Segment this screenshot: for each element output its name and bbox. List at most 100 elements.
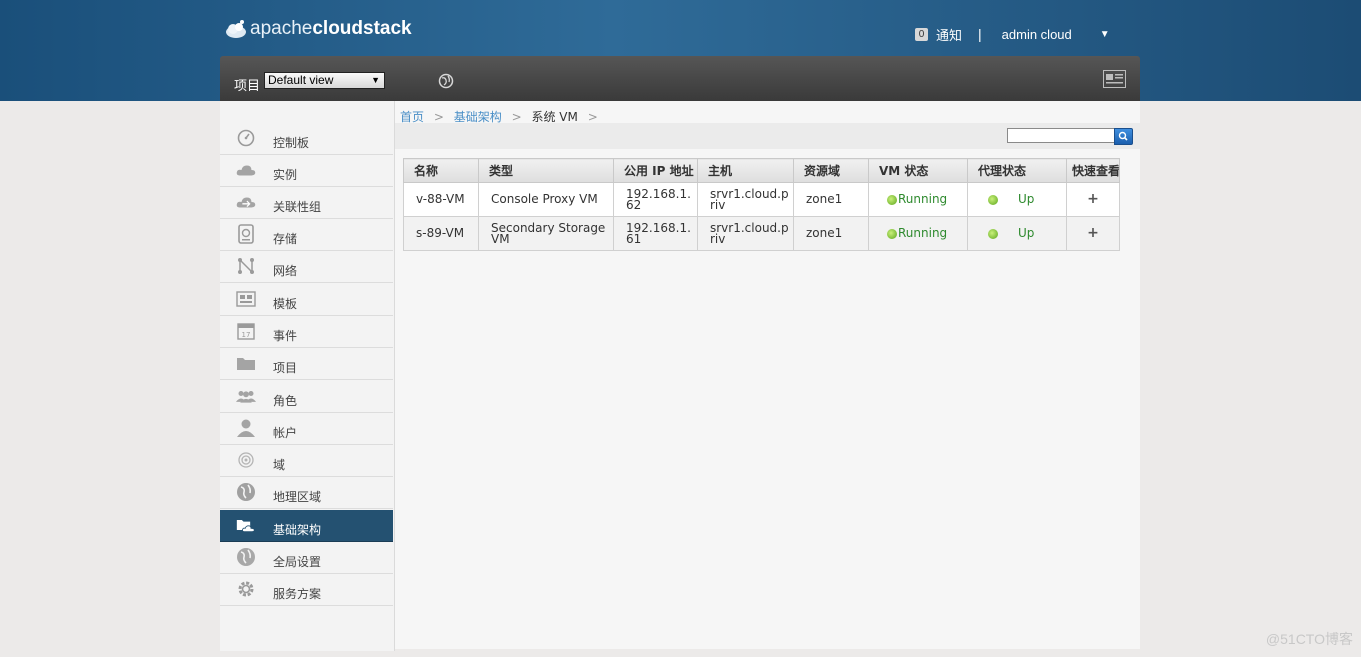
project-label: 项目	[234, 78, 261, 93]
sidebar-item-label: 全局设置	[273, 555, 322, 569]
sidebar-item-service-offerings[interactable]: 服务方案	[220, 574, 393, 606]
column-header-agent-state[interactable]: 代理状态	[967, 158, 1067, 183]
up-status-icon	[988, 228, 998, 239]
column-header-type[interactable]: 类型	[478, 158, 614, 183]
quickview-plus-icon[interactable]: +	[1067, 226, 1119, 240]
logo-text-bold: cloudstack	[312, 18, 412, 39]
sidebar-nav: 控制板 实例 关联性组 存储 网络 模板 17 事件 项目 角色 帐户 域 地理…	[220, 101, 395, 651]
running-status-icon	[887, 228, 897, 239]
header-separator: |	[978, 26, 982, 42]
sidebar-item-dashboard[interactable]: 控制板	[220, 123, 393, 155]
system-vm-table: 名称 类型 公用 IP 地址 主机 资源域 VM 状态 代理状态 快速查看 v-…	[403, 158, 1120, 251]
user-icon	[236, 419, 256, 437]
sidebar-item-network[interactable]: 网络	[220, 251, 393, 283]
sidebar-item-label: 地理区域	[273, 490, 322, 504]
project-toolbar: 项目 Default view ▼	[220, 56, 1140, 101]
table-row[interactable]: s-89-VM Secondary Storage VM 192.168.1.6…	[403, 216, 1120, 251]
breadcrumb-home[interactable]: 首页	[400, 110, 424, 124]
search-button[interactable]	[1114, 128, 1133, 145]
infrastructure-icon	[236, 516, 256, 534]
cell-name: s-89-VM	[403, 216, 479, 251]
user-menu-arrow-icon[interactable]: ▼	[1100, 29, 1110, 40]
header-user-area: 0 通知 | admin cloud ▼	[915, 24, 1110, 44]
sidebar-item-label: 网络	[273, 264, 298, 278]
column-header-name[interactable]: 名称	[403, 158, 479, 183]
gear-icon	[236, 580, 256, 598]
domain-icon	[236, 451, 256, 469]
search-icon	[1118, 131, 1128, 141]
sidebar-item-global-settings[interactable]: 全局设置	[220, 542, 393, 574]
cell-public-ip: 192.168.1.62	[613, 182, 698, 217]
column-header-public-ip[interactable]: 公用 IP 地址	[613, 158, 698, 183]
cell-type: Secondary Storage VM	[478, 216, 614, 251]
project-select[interactable]: Default view ▼	[264, 72, 385, 89]
column-header-zone[interactable]: 资源域	[793, 158, 869, 183]
breadcrumb-current: 系统 VM	[531, 110, 578, 124]
apache-cloudstack-logo[interactable]: apache cloudstack	[224, 16, 412, 42]
vm-state-text: Running	[898, 192, 948, 206]
svg-text:17: 17	[242, 331, 251, 339]
cell-vm-state: Running	[868, 216, 968, 251]
table-row[interactable]: v-88-VM Console Proxy VM 192.168.1.62 sr…	[403, 182, 1120, 217]
column-header-vm-state[interactable]: VM 状态	[868, 158, 968, 183]
cell-zone: zone1	[793, 182, 869, 217]
quickview-plus-icon[interactable]: +	[1067, 192, 1119, 206]
project-select-value: Default view	[268, 73, 334, 87]
cell-quickview[interactable]: +	[1066, 216, 1120, 251]
vm-state-indicator: Running	[887, 192, 963, 206]
roles-icon	[236, 387, 256, 405]
column-header-quickview: 快速查看	[1066, 158, 1120, 183]
license-card-icon[interactable]	[1103, 70, 1126, 88]
folder-icon	[236, 354, 256, 372]
dashboard-icon	[236, 129, 256, 147]
sidebar-item-storage[interactable]: 存储	[220, 219, 393, 251]
notification-count-badge[interactable]: 0	[915, 27, 928, 41]
breadcrumb-separator: >	[433, 110, 444, 124]
cell-host: srvr1.cloud.priv	[697, 182, 794, 217]
logo-text-light: apache	[250, 18, 313, 39]
globe-icon[interactable]	[438, 73, 454, 89]
sidebar-item-label: 关联性组	[273, 200, 322, 214]
search-bar	[395, 123, 1140, 149]
sidebar-item-events[interactable]: 17 事件	[220, 316, 393, 348]
sidebar-item-label: 服务方案	[273, 587, 322, 601]
running-status-icon	[887, 194, 897, 205]
cloudstack-logo-icon	[226, 20, 246, 38]
notifications-link[interactable]: 通知	[936, 25, 962, 44]
cloud-icon	[236, 161, 256, 179]
cell-vm-state: Running	[868, 182, 968, 217]
user-name[interactable]: admin cloud	[1002, 27, 1072, 42]
cell-name: v-88-VM	[403, 182, 479, 217]
cell-public-ip: 192.168.1.61	[613, 216, 698, 251]
agent-state-indicator: Up	[980, 227, 1062, 239]
sidebar-item-roles[interactable]: 角色	[220, 381, 393, 413]
cell-type: Console Proxy VM	[478, 182, 614, 217]
breadcrumb-separator: >	[511, 110, 522, 124]
column-header-host[interactable]: 主机	[697, 158, 794, 183]
affinity-icon	[236, 193, 256, 211]
sidebar-item-label: 角色	[273, 394, 298, 408]
sidebar-item-templates[interactable]: 模板	[220, 284, 393, 316]
calendar-icon: 17	[236, 322, 256, 340]
sidebar-item-infrastructure[interactable]: 基础架构	[220, 510, 393, 542]
agent-state-indicator: Up	[980, 192, 1062, 206]
vm-state-text: Running	[898, 226, 948, 240]
cell-agent-state: Up	[967, 182, 1067, 217]
search-input[interactable]	[1007, 128, 1119, 143]
sidebar-item-affinity-groups[interactable]: 关联性组	[220, 187, 393, 219]
chevron-down-icon: ▼	[371, 75, 380, 85]
sidebar-item-domains[interactable]: 域	[220, 445, 393, 477]
sidebar-item-regions[interactable]: 地理区域	[220, 477, 393, 509]
sidebar-item-label: 基础架构	[273, 523, 322, 537]
sidebar-item-instances[interactable]: 实例	[220, 155, 393, 187]
sidebar-item-projects[interactable]: 项目	[220, 348, 393, 380]
breadcrumb-infrastructure[interactable]: 基础架构	[454, 110, 502, 124]
sidebar-item-label: 项目	[273, 361, 298, 375]
sidebar-item-accounts[interactable]: 帐户	[220, 413, 393, 445]
agent-state-text: Up	[1018, 192, 1035, 206]
main-panel: 首页 > 基础架构 > 系统 VM > 名称 类型 公用 IP 地址 主机 资源…	[395, 101, 1140, 649]
breadcrumb-separator: >	[587, 110, 598, 124]
cell-quickview[interactable]: +	[1066, 182, 1120, 217]
template-icon	[236, 290, 256, 308]
up-status-icon	[988, 194, 998, 205]
